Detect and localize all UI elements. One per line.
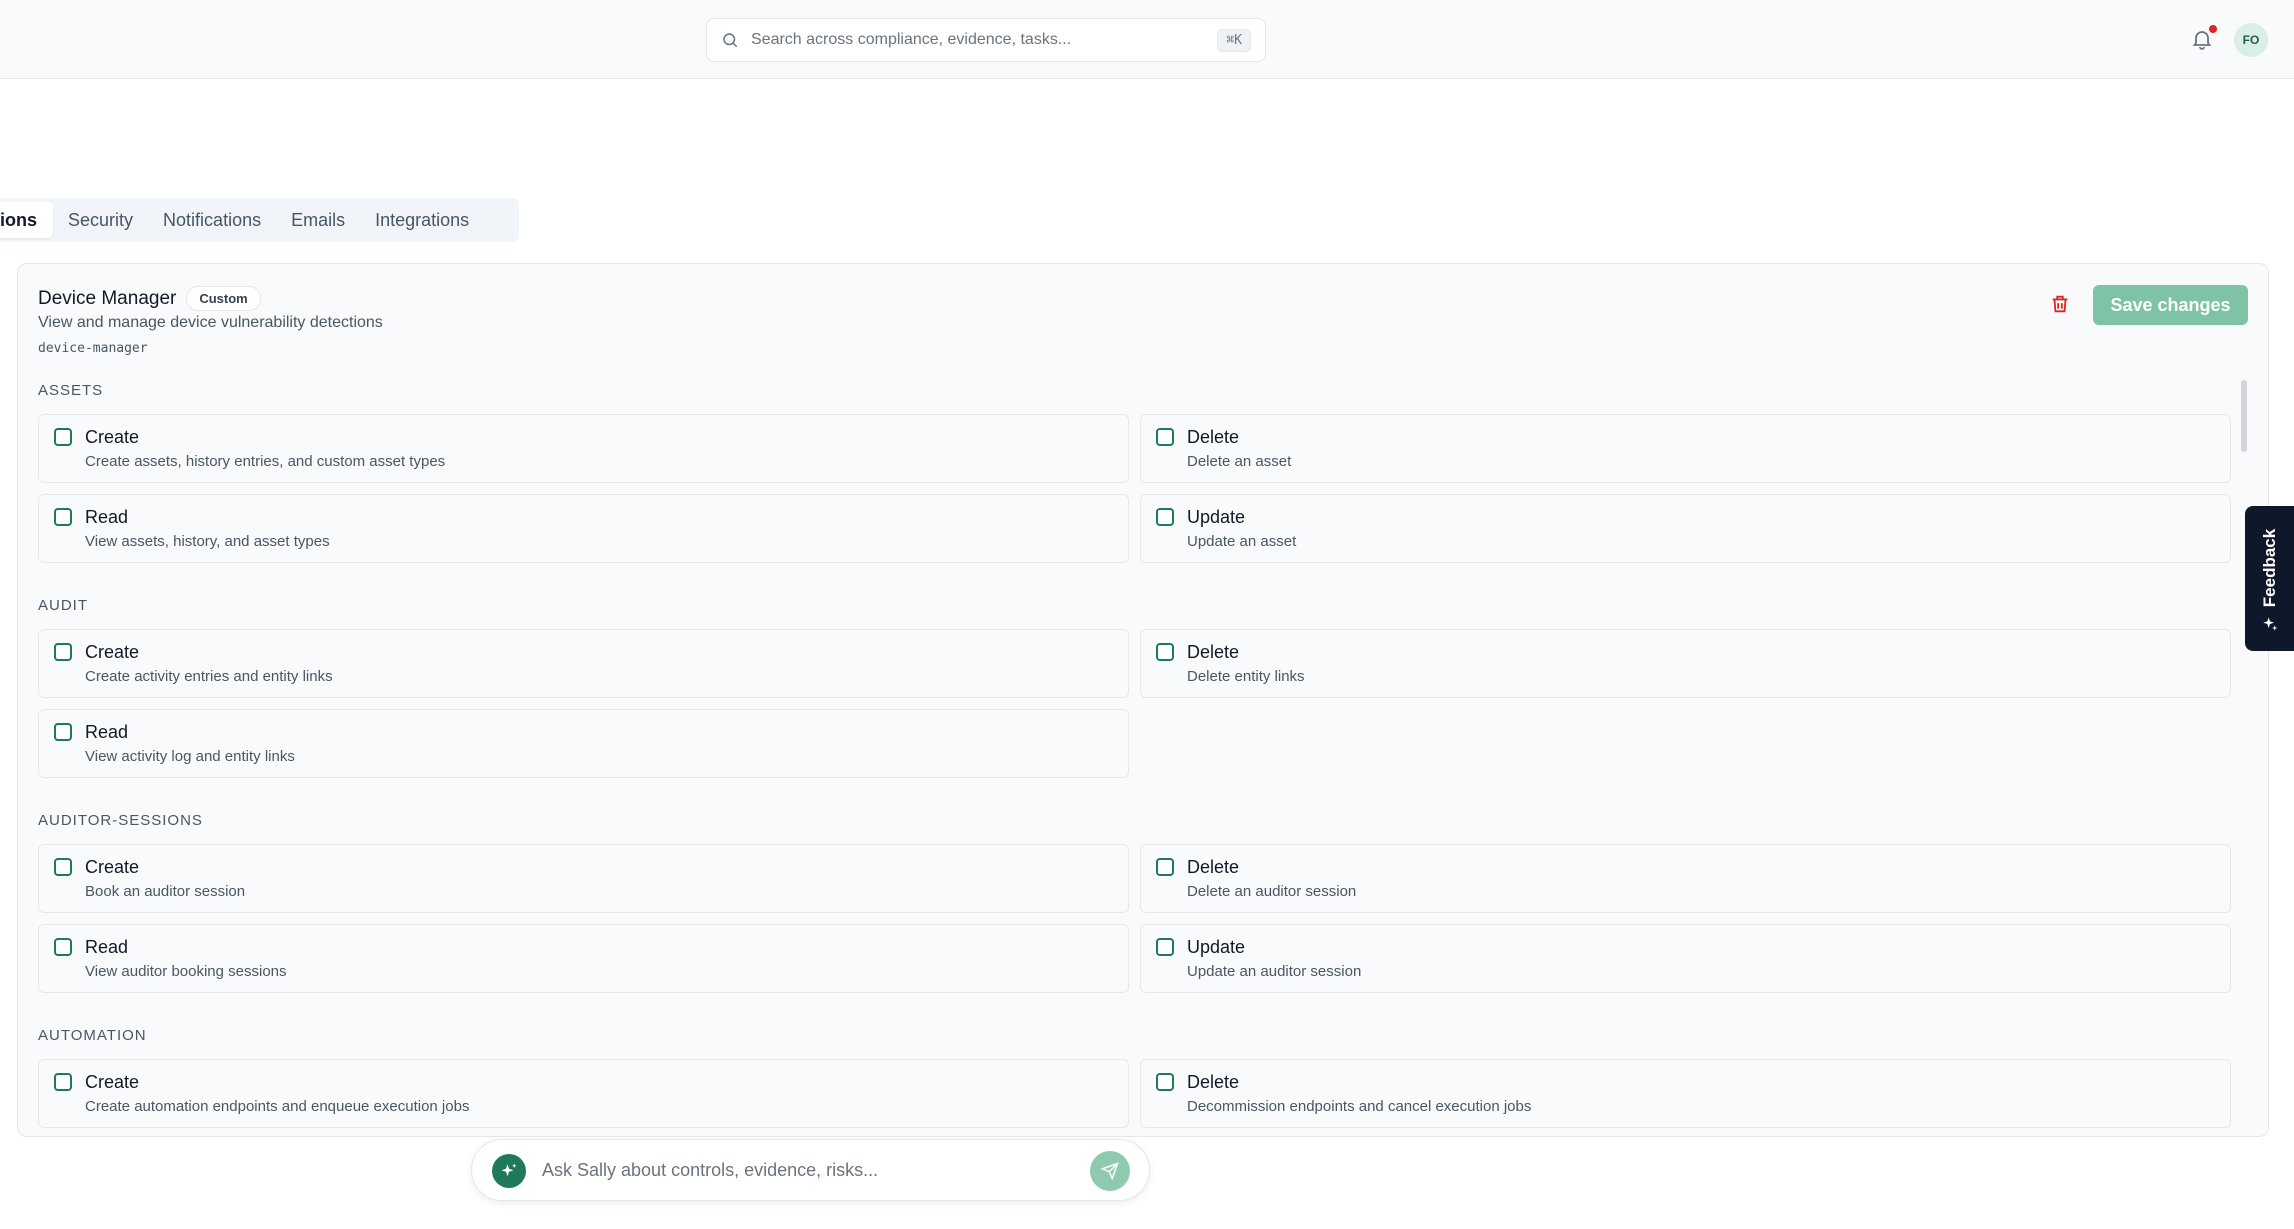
permission-checkbox[interactable] — [1156, 938, 1174, 956]
permission-name: Delete — [1187, 642, 1240, 662]
role-header: Device Manager Custom — [38, 286, 261, 311]
permission-checkbox[interactable] — [54, 723, 72, 741]
permission-description: Decommission endpoints and cancel execut… — [1187, 1098, 1532, 1115]
assistant-icon — [492, 1154, 526, 1188]
permission-description: Book an auditor session — [85, 883, 246, 900]
permission-item[interactable]: Update Update an auditor session — [1140, 924, 2231, 993]
permissions-list: ASSETS Create Create assets, history entri… — [38, 378, 2232, 1136]
role-name: Device Manager — [38, 287, 177, 309]
permission-description: View assets, history, and asset types — [85, 533, 330, 550]
role-card: Device Manager Custom View and manage de… — [17, 263, 2269, 1137]
permission-description: Create assets, history entries, and cust… — [85, 453, 446, 470]
permission-item[interactable]: Create Create automation endpoints and en… — [38, 1059, 1129, 1128]
permission-grid: Create Create activity entries and entity… — [38, 629, 2232, 778]
role-badge: Custom — [186, 286, 261, 311]
permission-item[interactable]: Read View activity log and entity links — [38, 709, 1129, 778]
permission-description: Create activity entries and entity links — [85, 668, 333, 685]
permission-checkbox[interactable] — [54, 643, 72, 661]
permission-grid: Create Create automation endpoints and en… — [38, 1059, 2232, 1128]
send-icon — [1101, 1162, 1119, 1180]
top-bar: Search across compliance, evidence, task… — [0, 0, 2294, 79]
role-description: View and manage device vulnerability det… — [38, 314, 383, 331]
permission-description: View auditor booking sessions — [85, 963, 287, 980]
search-icon — [723, 33, 738, 48]
permission-item[interactable]: Create Create assets, history entries, an… — [38, 414, 1129, 483]
permission-checkbox[interactable] — [1156, 428, 1174, 446]
role-slug: device-manager — [38, 341, 148, 356]
permission-name: Read — [85, 937, 129, 957]
permission-name: Delete — [1187, 427, 1240, 447]
permission-item[interactable]: Create Book an auditor session — [38, 844, 1129, 913]
tab-notifications[interactable]: Notifications — [148, 202, 276, 238]
scrollbar[interactable] — [2241, 380, 2247, 452]
assistant-input[interactable]: Ask Sally about controls, evidence, risk… — [542, 1160, 878, 1181]
permission-name: Update — [1187, 507, 1246, 527]
search-input[interactable]: Search across compliance, evidence, task… — [751, 31, 1217, 49]
tab-permissions[interactable]: ions — [0, 202, 54, 238]
permission-grid: Create Book an auditor session Delete Delet… — [38, 844, 2232, 993]
section-label: AUDITOR-SESSIONS — [38, 811, 203, 829]
permission-name: Create — [85, 1072, 140, 1092]
permission-checkbox[interactable] — [1156, 858, 1174, 876]
permission-checkbox[interactable] — [54, 1073, 72, 1091]
permission-item[interactable]: Create Create activity entries and entity… — [38, 629, 1129, 698]
tab-emails[interactable]: Emails — [276, 202, 360, 238]
send-button[interactable] — [1090, 1151, 1130, 1191]
permission-description: Delete an auditor session — [1187, 883, 1357, 900]
permission-checkbox[interactable] — [1156, 643, 1174, 661]
permission-checkbox[interactable] — [1156, 1073, 1174, 1091]
permission-checkbox[interactable] — [54, 508, 72, 526]
permission-item[interactable]: Delete Delete an asset — [1140, 414, 2231, 483]
permission-name: Read — [85, 507, 129, 527]
feedback-tab[interactable]: Feedback — [2245, 506, 2294, 651]
permission-description: Delete an asset — [1187, 453, 1292, 470]
tab-integrations[interactable]: Integrations — [360, 202, 484, 238]
permission-item[interactable]: Delete Delete an auditor session — [1140, 844, 2231, 913]
permission-name: Read — [85, 722, 129, 742]
permission-grid: Create Create assets, history entries, an… — [38, 414, 2232, 563]
permission-name: Delete — [1187, 1072, 1240, 1092]
save-button[interactable]: Save changes — [2093, 285, 2248, 325]
permission-description: View activity log and entity links — [85, 748, 295, 765]
section-label: AUDIT — [38, 596, 88, 614]
permission-description: Create automation endpoints and enqueue … — [85, 1098, 470, 1115]
permission-description: Update an auditor session — [1187, 963, 1362, 980]
permission-name: Create — [85, 857, 140, 877]
section-label: ASSETS — [38, 381, 104, 399]
permission-checkbox[interactable] — [1156, 508, 1174, 526]
permission-item[interactable]: Update Update an asset — [1140, 494, 2231, 563]
permission-description: Delete entity links — [1187, 668, 1305, 685]
trash-icon[interactable] — [2049, 292, 2071, 316]
permission-name: Create — [85, 642, 140, 662]
notification-dot — [2209, 25, 2217, 33]
permission-name: Delete — [1187, 857, 1240, 877]
permission-checkbox[interactable] — [54, 938, 72, 956]
permission-item[interactable]: Delete Decommission endpoints and cancel … — [1140, 1059, 2231, 1128]
permission-item[interactable]: Read View assets, history, and asset type… — [38, 494, 1129, 563]
permission-name: Update — [1187, 937, 1246, 957]
search-shortcut: ⌘K — [1217, 28, 1251, 52]
settings-tabs: ions Security Notifications Emails Integ… — [0, 198, 519, 242]
permission-name: Create — [85, 427, 140, 447]
sparkle-icon — [2263, 617, 2278, 631]
tab-security[interactable]: Security — [53, 202, 148, 238]
avatar[interactable]: FO — [2234, 23, 2268, 57]
assistant-bar: Ask Sally about controls, evidence, risk… — [471, 1139, 1150, 1201]
permission-checkbox[interactable] — [54, 428, 72, 446]
sparkle-icon — [501, 1163, 517, 1177]
permission-checkbox[interactable] — [54, 858, 72, 876]
permission-description: Update an asset — [1187, 533, 1297, 550]
global-search[interactable]: Search across compliance, evidence, task… — [706, 18, 1266, 62]
permission-item[interactable]: Read View auditor booking sessions — [38, 924, 1129, 993]
section-label: AUTOMATION — [38, 1026, 147, 1044]
permission-item[interactable]: Delete Delete entity links — [1140, 629, 2231, 698]
feedback-label: Feedback — [2259, 528, 2279, 608]
